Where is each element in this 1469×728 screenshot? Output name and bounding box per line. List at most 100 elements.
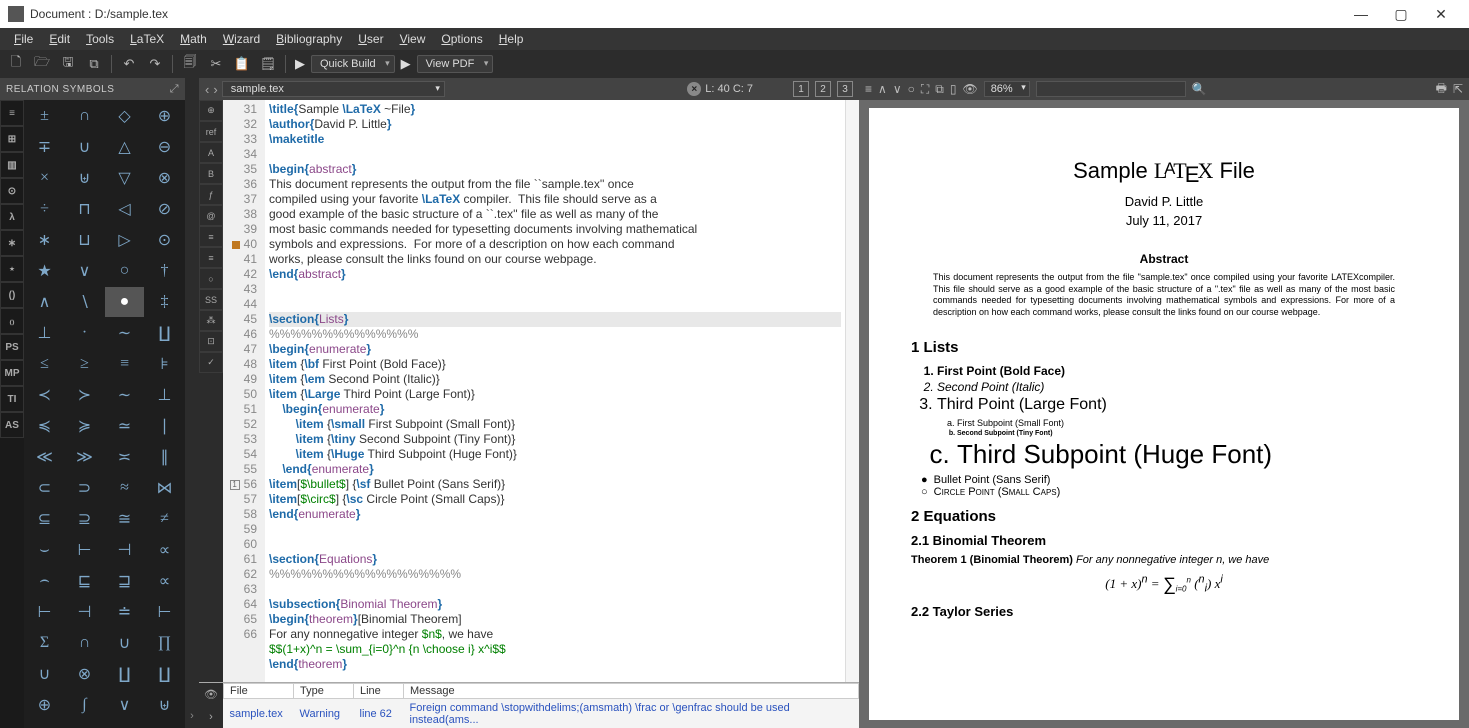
symbol-button[interactable]: ≫	[65, 442, 104, 472]
symbol-button[interactable]: ∏	[145, 628, 184, 658]
symbol-button[interactable]: ∐	[145, 659, 184, 689]
struct-button[interactable]: ≡	[199, 226, 223, 247]
symbol-category[interactable]: ⊙	[0, 178, 24, 204]
symbol-button[interactable]: ∧	[25, 287, 64, 317]
pdf-search-icon[interactable]: 🔍	[1192, 82, 1207, 96]
view-icon[interactable]: ▶	[397, 56, 415, 72]
symbol-button[interactable]: ∐	[145, 318, 184, 348]
symbol-button[interactable]: ∖	[65, 287, 104, 317]
symbol-button[interactable]: ⊥	[25, 318, 64, 348]
symbol-button[interactable]: ∼	[105, 380, 144, 410]
symbol-category[interactable]: PS	[0, 334, 24, 360]
symbol-category[interactable]: ()	[0, 282, 24, 308]
struct-button[interactable]: @	[199, 205, 223, 226]
symbol-button[interactable]: ∗	[25, 225, 64, 255]
symbol-button[interactable]: ○	[105, 256, 144, 286]
pdf-search-input[interactable]	[1036, 81, 1186, 97]
menu-user[interactable]: User	[350, 32, 391, 46]
menu-view[interactable]: View	[392, 32, 434, 46]
open-icon[interactable]: 🗁	[30, 53, 54, 75]
symbol-category[interactable]: ∗	[0, 230, 24, 256]
symbol-button[interactable]: ⊇	[65, 504, 104, 534]
symbol-button[interactable]: ≈	[105, 473, 144, 503]
menu-options[interactable]: Options	[433, 32, 490, 46]
page-indicator-3[interactable]: 3	[837, 81, 853, 97]
tab-next-icon[interactable]: ›	[213, 82, 217, 97]
symbol-button[interactable]: ∩	[65, 101, 104, 131]
symbol-button[interactable]: ★	[25, 256, 64, 286]
symbol-button[interactable]: ⊓	[65, 194, 104, 224]
symbol-button[interactable]: ≍	[105, 442, 144, 472]
paste2-icon[interactable]: 🗒	[256, 53, 280, 75]
symbol-button[interactable]: ∩	[65, 628, 104, 658]
symbol-button[interactable]: ∥	[145, 442, 184, 472]
menu-tools[interactable]: Tools	[78, 32, 122, 46]
symbol-button[interactable]: ◁	[105, 194, 144, 224]
symbol-category[interactable]: ▥	[0, 152, 24, 178]
symbol-button[interactable]: ≤	[25, 349, 64, 379]
symbol-button[interactable]: ⊥	[145, 380, 184, 410]
log-eye-icon[interactable]: 👁	[199, 683, 223, 706]
struct-button[interactable]: ⊡	[199, 331, 223, 352]
symbol-button[interactable]: ⊢	[145, 597, 184, 627]
pdf-print-icon[interactable]: 🖶	[1436, 79, 1447, 100]
menu-edit[interactable]: Edit	[41, 32, 78, 46]
build-dropdown[interactable]: Quick Build	[311, 55, 395, 73]
struct-button[interactable]: ○	[199, 268, 223, 289]
symbol-button[interactable]: ×	[25, 163, 64, 193]
close-doc-icon[interactable]: ⧉	[82, 53, 106, 75]
code-editor[interactable]: 3132333435363738394041424344454647484950…	[223, 100, 845, 682]
symbol-button[interactable]: ◇	[105, 101, 144, 131]
symbol-category[interactable]: ≡	[0, 100, 24, 126]
symbol-category[interactable]: λ	[0, 204, 24, 230]
symbol-category[interactable]: AS	[0, 412, 24, 438]
cut-icon[interactable]: ✂	[204, 53, 228, 75]
symbol-button[interactable]: ·	[65, 318, 104, 348]
struct-button[interactable]: ref	[199, 121, 223, 142]
symbol-button[interactable]: ⊖	[145, 132, 184, 162]
symbol-button[interactable]: ≼	[25, 411, 64, 441]
symbol-button[interactable]: ⊕	[25, 690, 64, 720]
symbol-button[interactable]: ⊗	[145, 163, 184, 193]
pdf-ext-icon[interactable]: ⇱	[1453, 82, 1463, 96]
symbol-button[interactable]: ⊢	[65, 535, 104, 565]
symbol-button[interactable]: ≠	[145, 504, 184, 534]
symbol-button[interactable]: ≅	[105, 504, 144, 534]
symbol-button[interactable]: ⊙	[145, 225, 184, 255]
zoom-dropdown[interactable]: 86%	[984, 81, 1030, 97]
struct-button[interactable]: ✓	[199, 352, 223, 373]
symbol-button[interactable]: ▷	[105, 225, 144, 255]
file-tab[interactable]: sample.tex	[222, 81, 445, 97]
symbol-button[interactable]: ≃	[105, 411, 144, 441]
struct-button[interactable]: ⊕	[199, 100, 223, 121]
log-row[interactable]: sample.texWarningline 62Foreign command …	[224, 699, 859, 728]
struct-button[interactable]: ƒ	[199, 184, 223, 205]
collapse-handle[interactable]: ›	[185, 78, 199, 728]
symbol-button[interactable]: ⊧	[145, 349, 184, 379]
save-icon[interactable]: 🖫	[56, 53, 80, 75]
symbol-button[interactable]: ⊒	[105, 566, 144, 596]
struct-button[interactable]: B	[199, 163, 223, 184]
minimize-button[interactable]: —	[1341, 0, 1381, 28]
struct-button[interactable]: ⁂	[199, 310, 223, 331]
symbol-button[interactable]: ⊕	[145, 101, 184, 131]
close-button[interactable]: ✕	[1421, 0, 1461, 28]
symbol-button[interactable]: ≡	[105, 349, 144, 379]
symbol-button[interactable]: ⌣	[25, 535, 64, 565]
struct-button[interactable]: ≡	[199, 247, 223, 268]
symbol-button[interactable]: ⊑	[65, 566, 104, 596]
undo-icon[interactable]: ↶	[117, 53, 141, 75]
symbol-category[interactable]: MP	[0, 360, 24, 386]
page-indicator-1[interactable]: 1	[793, 81, 809, 97]
symbol-button[interactable]: ∪	[25, 659, 64, 689]
symbol-category[interactable]: ⋆	[0, 256, 24, 282]
symbol-button[interactable]: ∼	[105, 318, 144, 348]
symbol-category[interactable]: TI	[0, 386, 24, 412]
symbol-button[interactable]: ⊣	[65, 597, 104, 627]
symbol-button[interactable]: ≥	[65, 349, 104, 379]
symbol-button[interactable]: ●	[105, 287, 144, 317]
symbol-button[interactable]: ⊃	[65, 473, 104, 503]
copy-icon[interactable]: 🗐	[178, 53, 202, 75]
paste-icon[interactable]: 📋	[230, 53, 254, 75]
symbol-button[interactable]: ±	[25, 101, 64, 131]
